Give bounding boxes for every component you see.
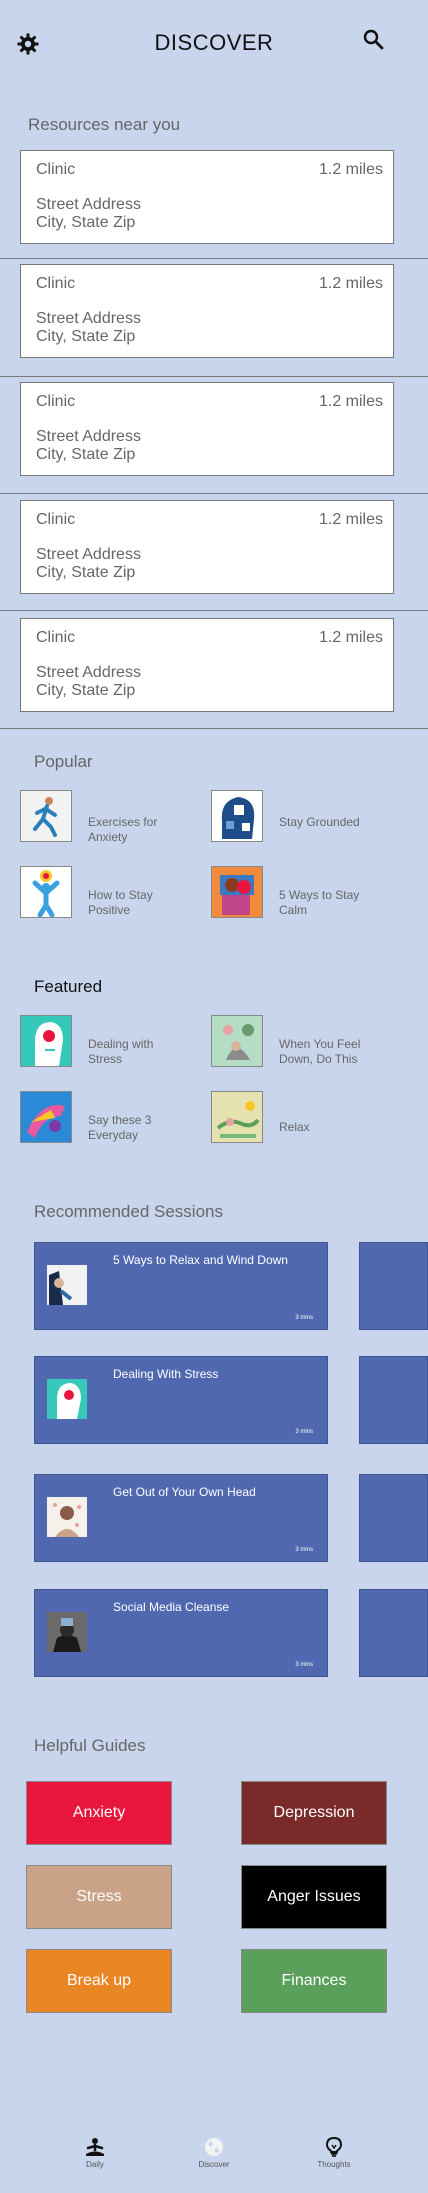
popular-section-title: Popular xyxy=(34,752,93,771)
guide-anger-issues-button[interactable]: Anger Issues xyxy=(241,1865,387,1929)
session-card-peek[interactable] xyxy=(359,1589,428,1677)
clinic-distance: 1.2 miles xyxy=(318,275,383,292)
session-duration: 3 mins xyxy=(295,1662,313,1668)
session-card[interactable]: Get Out of Your Own Head 3 mins xyxy=(34,1474,328,1562)
popular-item[interactable]: Exercises for Anxiety xyxy=(20,790,190,844)
session-card[interactable]: Social Media Cleanse 3 mins xyxy=(34,1589,328,1677)
meditation-icon xyxy=(86,2138,104,2156)
feel-down-thumbnail xyxy=(211,1015,263,1067)
session-card-peek[interactable] xyxy=(359,1474,428,1562)
clinic-name: Clinic xyxy=(36,629,76,646)
divider xyxy=(0,376,428,377)
popular-item[interactable]: 5 Ways to Stay Calm xyxy=(211,866,381,920)
popular-item-label: How to Stay Positive xyxy=(88,888,153,917)
globe-icon xyxy=(205,2138,223,2156)
clinic-card[interactable]: Clinic 1.2 miles Street Address City, Sta… xyxy=(20,500,394,594)
clinic-distance: 1.2 miles xyxy=(318,393,383,410)
guide-depression-button[interactable]: Depression xyxy=(241,1781,387,1845)
clinic-city: City, State Zip xyxy=(36,214,136,231)
guide-finances-button[interactable]: Finances xyxy=(241,1949,387,2013)
clinic-name: Clinic xyxy=(36,161,76,178)
featured-item-label: Say these 3 Everyday xyxy=(88,1113,152,1142)
clinic-card[interactable]: Clinic 1.2 miles Street Address City, Sta… xyxy=(20,618,394,712)
session-title: Dealing With Stress xyxy=(113,1367,219,1381)
relax-thumbnail xyxy=(211,1091,263,1143)
clinic-street: Street Address xyxy=(36,546,141,563)
featured-item-label: Relax xyxy=(279,1120,310,1134)
say-these-thumbnail xyxy=(20,1091,72,1143)
clinic-distance: 1.2 miles xyxy=(318,511,383,528)
session-thumbnail xyxy=(47,1265,87,1305)
clinic-city: City, State Zip xyxy=(36,564,136,581)
popular-item[interactable]: How to Stay Positive xyxy=(20,866,190,920)
featured-item-label: When You Feel Down, Do This xyxy=(279,1037,361,1066)
resources-section-title: Resources near you xyxy=(28,115,181,134)
featured-item[interactable]: Dealing with Stress xyxy=(20,1015,190,1069)
guide-anxiety-button[interactable]: Anxiety xyxy=(26,1781,172,1845)
clinic-street: Street Address xyxy=(36,664,141,681)
divider xyxy=(0,258,428,259)
session-duration: 3 mins xyxy=(295,1547,313,1553)
session-title: Social Media Cleanse xyxy=(113,1600,230,1614)
divider xyxy=(0,728,428,729)
clinic-distance: 1.2 miles xyxy=(318,161,383,178)
popular-item-label: 5 Ways to Stay Calm xyxy=(279,888,360,917)
tab-daily[interactable]: Daily xyxy=(50,2137,140,2169)
divider xyxy=(0,610,428,611)
popular-item[interactable]: Stay Grounded xyxy=(211,790,381,844)
clinic-city: City, State Zip xyxy=(36,446,136,463)
popular-item-label: Exercises for Anxiety xyxy=(88,815,158,844)
clinic-name: Clinic xyxy=(36,511,76,528)
search-button[interactable] xyxy=(362,28,386,52)
puzzle-head-thumbnail xyxy=(211,790,263,842)
session-thumbnail xyxy=(47,1612,87,1652)
clinic-name: Clinic xyxy=(36,393,76,410)
clinic-card[interactable]: Clinic 1.2 miles Street Address City, Sta… xyxy=(20,382,394,476)
session-duration: 3 mins xyxy=(295,1315,313,1321)
guides-section-title: Helpful Guides xyxy=(34,1736,146,1755)
tab-label: Thoughts xyxy=(317,2160,351,2169)
session-card[interactable]: 5 Ways to Relax and Wind Down 3 mins xyxy=(34,1242,328,1330)
popular-item-label: Stay Grounded xyxy=(279,815,360,829)
clinic-street: Street Address xyxy=(36,196,141,213)
clinic-name: Clinic xyxy=(36,275,76,292)
featured-section-title: Featured xyxy=(34,977,103,996)
featured-item[interactable]: Relax xyxy=(211,1091,381,1145)
tab-label: Daily xyxy=(86,2160,104,2169)
session-thumbnail xyxy=(47,1379,87,1419)
session-duration: 3 mins xyxy=(295,1429,313,1435)
session-card[interactable]: Dealing With Stress 3 mins xyxy=(34,1356,328,1444)
guide-break-up-button[interactable]: Break up xyxy=(26,1949,172,2013)
sessions-section-title: Recommended Sessions xyxy=(34,1202,223,1221)
positive-thumbnail xyxy=(20,866,72,918)
clinic-city: City, State Zip xyxy=(36,682,136,699)
session-title: 5 Ways to Relax and Wind Down xyxy=(113,1253,288,1267)
lightbulb-icon xyxy=(326,2137,342,2157)
featured-item[interactable]: When You Feel Down, Do This xyxy=(211,1015,381,1069)
featured-item[interactable]: Say these 3 Everyday xyxy=(20,1091,190,1145)
clinic-city: City, State Zip xyxy=(36,328,136,345)
session-title: Get Out of Your Own Head xyxy=(113,1485,256,1499)
stress-head-thumbnail xyxy=(20,1015,72,1067)
stay-calm-thumbnail xyxy=(211,866,263,918)
clinic-street: Street Address xyxy=(36,310,141,327)
divider xyxy=(0,493,428,494)
tab-label: Discover xyxy=(198,2160,230,2169)
tab-thoughts[interactable]: Thoughts xyxy=(289,2137,379,2169)
tab-discover[interactable]: Discover xyxy=(169,2137,259,2169)
exercise-thumbnail xyxy=(20,790,72,842)
session-thumbnail xyxy=(47,1497,87,1537)
clinic-distance: 1.2 miles xyxy=(318,629,383,646)
session-card-peek[interactable] xyxy=(359,1242,428,1330)
session-card-peek[interactable] xyxy=(359,1356,428,1444)
search-icon xyxy=(363,29,384,50)
guide-stress-button[interactable]: Stress xyxy=(26,1865,172,1929)
clinic-card[interactable]: Clinic 1.2 miles Street Address City, Sta… xyxy=(20,150,394,244)
clinic-street: Street Address xyxy=(36,428,141,445)
featured-item-label: Dealing with Stress xyxy=(88,1037,154,1066)
clinic-card[interactable]: Clinic 1.2 miles Street Address City, Sta… xyxy=(20,264,394,358)
